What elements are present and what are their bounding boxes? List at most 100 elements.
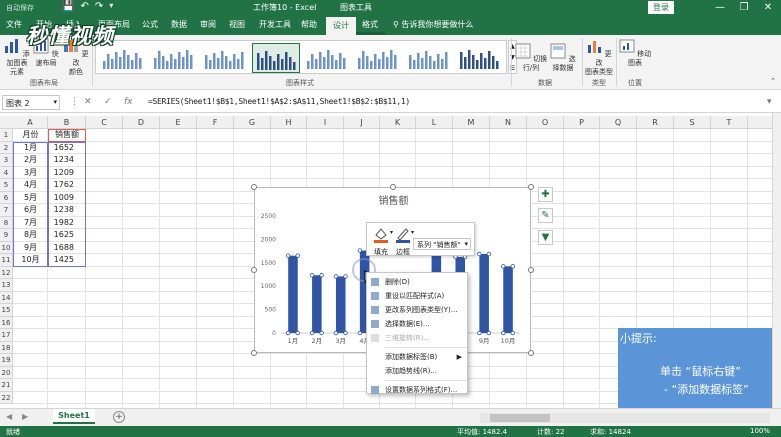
change-chart-type-button[interactable]: 更改 图表类型 [583, 38, 615, 77]
collapse-ribbon-icon[interactable]: ⌃ [768, 77, 778, 86]
context-menu-item[interactable]: 添加趋势线(R)... [367, 364, 467, 378]
select-data-button[interactable]: 选择数据 [547, 43, 579, 73]
chart-styles-gallery[interactable] [95, 40, 507, 74]
expand-formula-icon[interactable]: ▾ [767, 97, 772, 107]
formula-input[interactable]: =SERIES(Sheet1!$B$1,Sheet1!$A$2:$A$11,Sh… [148, 97, 410, 106]
row-header[interactable]: 11 [0, 254, 13, 267]
enter-icon[interactable]: ✓ [104, 97, 112, 107]
column-header[interactable]: D [123, 116, 160, 129]
column-header[interactable]: F [197, 116, 234, 129]
name-box[interactable]: 图表 2 ▾ [2, 95, 60, 110]
row-header[interactable]: 18 [0, 341, 13, 354]
resize-handle[interactable] [389, 184, 396, 190]
column-header[interactable]: P [564, 116, 600, 129]
column-header[interactable]: L [416, 116, 453, 129]
context-menu-item[interactable]: 重设以匹配样式(A) [367, 289, 467, 303]
series-selector[interactable]: 系列 "销售额" ▾ [413, 238, 471, 250]
prev-sheet-icon[interactable]: ◀ [6, 412, 12, 421]
column-header[interactable]: R [637, 116, 674, 129]
resize-handle[interactable] [251, 350, 257, 356]
redo-icon[interactable]: ↷ [95, 1, 103, 12]
minimize-button[interactable]: — [710, 0, 730, 15]
chart-filter-icon[interactable]: ▼ [538, 230, 553, 245]
chart-style-option[interactable] [150, 43, 198, 73]
resize-handle[interactable] [528, 184, 534, 190]
chart-elements-button[interactable]: ✚ [538, 187, 553, 202]
row-header[interactable]: 6 [0, 191, 13, 204]
chart-bar[interactable] [335, 276, 346, 333]
resize-handle[interactable] [251, 267, 257, 273]
chart-bar[interactable] [288, 255, 298, 333]
chart-style-option[interactable] [456, 43, 504, 73]
add-sheet-button[interactable]: + [113, 411, 125, 423]
tab-design[interactable]: 设计 [326, 17, 356, 35]
row-header[interactable]: 17 [0, 329, 13, 342]
border-pen-icon[interactable] [395, 226, 411, 244]
column-header[interactable]: H [271, 116, 307, 129]
row-header[interactable]: 14 [0, 291, 13, 304]
tab-review[interactable]: 审阅 [200, 19, 216, 30]
row-header[interactable]: 2 [0, 141, 13, 154]
column-header[interactable]: J [344, 116, 380, 129]
column-header[interactable]: T [711, 116, 748, 129]
column-header[interactable]: B [48, 116, 86, 129]
next-sheet-icon[interactable]: ▶ [22, 412, 28, 421]
tab-developer[interactable]: 开发工具 [259, 19, 291, 30]
resize-handle[interactable] [528, 350, 534, 356]
context-menu-item[interactable]: 删除(D) [367, 275, 467, 289]
column-header[interactable]: E [160, 116, 197, 129]
login-button[interactable]: 登录 [648, 1, 674, 14]
column-header[interactable]: A [13, 116, 48, 129]
row-header[interactable]: 10 [0, 241, 13, 254]
row-header[interactable]: 4 [0, 166, 13, 179]
save-icon[interactable]: 💾 [62, 1, 74, 12]
chart-style-option[interactable] [252, 43, 300, 73]
chevron-down-icon[interactable]: ▾ [464, 240, 468, 248]
zoom-level[interactable]: 100% [750, 427, 770, 435]
table-cell[interactable]: 月份 [13, 129, 48, 142]
row-header[interactable]: 19 [0, 354, 13, 367]
context-menu-item[interactable]: 选择数据(E)... [367, 317, 467, 331]
column-header[interactable]: K [380, 116, 416, 129]
close-button[interactable]: ✕ [758, 0, 778, 15]
column-header[interactable]: N [490, 116, 527, 129]
chart-styles-brush-icon[interactable]: ✎ [538, 208, 553, 223]
row-header[interactable]: 21 [0, 379, 13, 392]
tab-data[interactable]: 数据 [171, 19, 187, 30]
chart-style-option[interactable] [303, 43, 351, 73]
chart-bar[interactable] [503, 266, 513, 333]
context-menu-item[interactable]: 设置数据系列格式(F)... [367, 383, 467, 397]
tab-formulas[interactable]: 公式 [142, 19, 158, 30]
chart-style-option[interactable] [354, 43, 402, 73]
context-menu-item[interactable]: 添加数据标签(B) ▶ [367, 350, 467, 364]
fill-bucket-icon[interactable] [373, 226, 389, 244]
column-header[interactable]: O [527, 116, 564, 129]
scroll-thumb[interactable] [490, 414, 550, 422]
row-header[interactable]: 8 [0, 216, 13, 229]
autosave-label[interactable]: 自动保存 [6, 3, 34, 13]
tab-format[interactable]: 格式 [362, 19, 378, 30]
column-header[interactable]: Q [600, 116, 637, 129]
row-header[interactable]: 9 [0, 229, 13, 242]
column-header[interactable]: C [86, 116, 123, 129]
insert-function-icon[interactable]: fx [124, 97, 133, 107]
column-header[interactable]: I [307, 116, 344, 129]
chart-bar[interactable] [479, 254, 489, 333]
sheet-tab-sheet1[interactable]: Sheet1 [53, 409, 95, 424]
row-header[interactable]: 13 [0, 279, 13, 292]
tab-view[interactable]: 视图 [229, 19, 245, 30]
chevron-down-icon[interactable]: ▾ [53, 98, 57, 106]
move-chart-button[interactable]: 移动图表 [618, 38, 652, 68]
column-header[interactable]: G [234, 116, 271, 129]
row-header[interactable]: 16 [0, 316, 13, 329]
resize-handle[interactable] [251, 184, 257, 190]
chart-style-option[interactable] [405, 43, 453, 73]
horizontal-scrollbar[interactable] [480, 413, 770, 423]
row-header[interactable]: 3 [0, 154, 13, 167]
resize-handle[interactable] [528, 267, 534, 273]
row-header[interactable]: 5 [0, 179, 13, 192]
row-header[interactable]: 20 [0, 366, 13, 379]
chevron-down-icon[interactable]: ▾ [411, 229, 414, 236]
chevron-down-icon[interactable]: ▾ [109, 1, 113, 12]
cancel-icon[interactable]: ✕ [84, 97, 92, 107]
